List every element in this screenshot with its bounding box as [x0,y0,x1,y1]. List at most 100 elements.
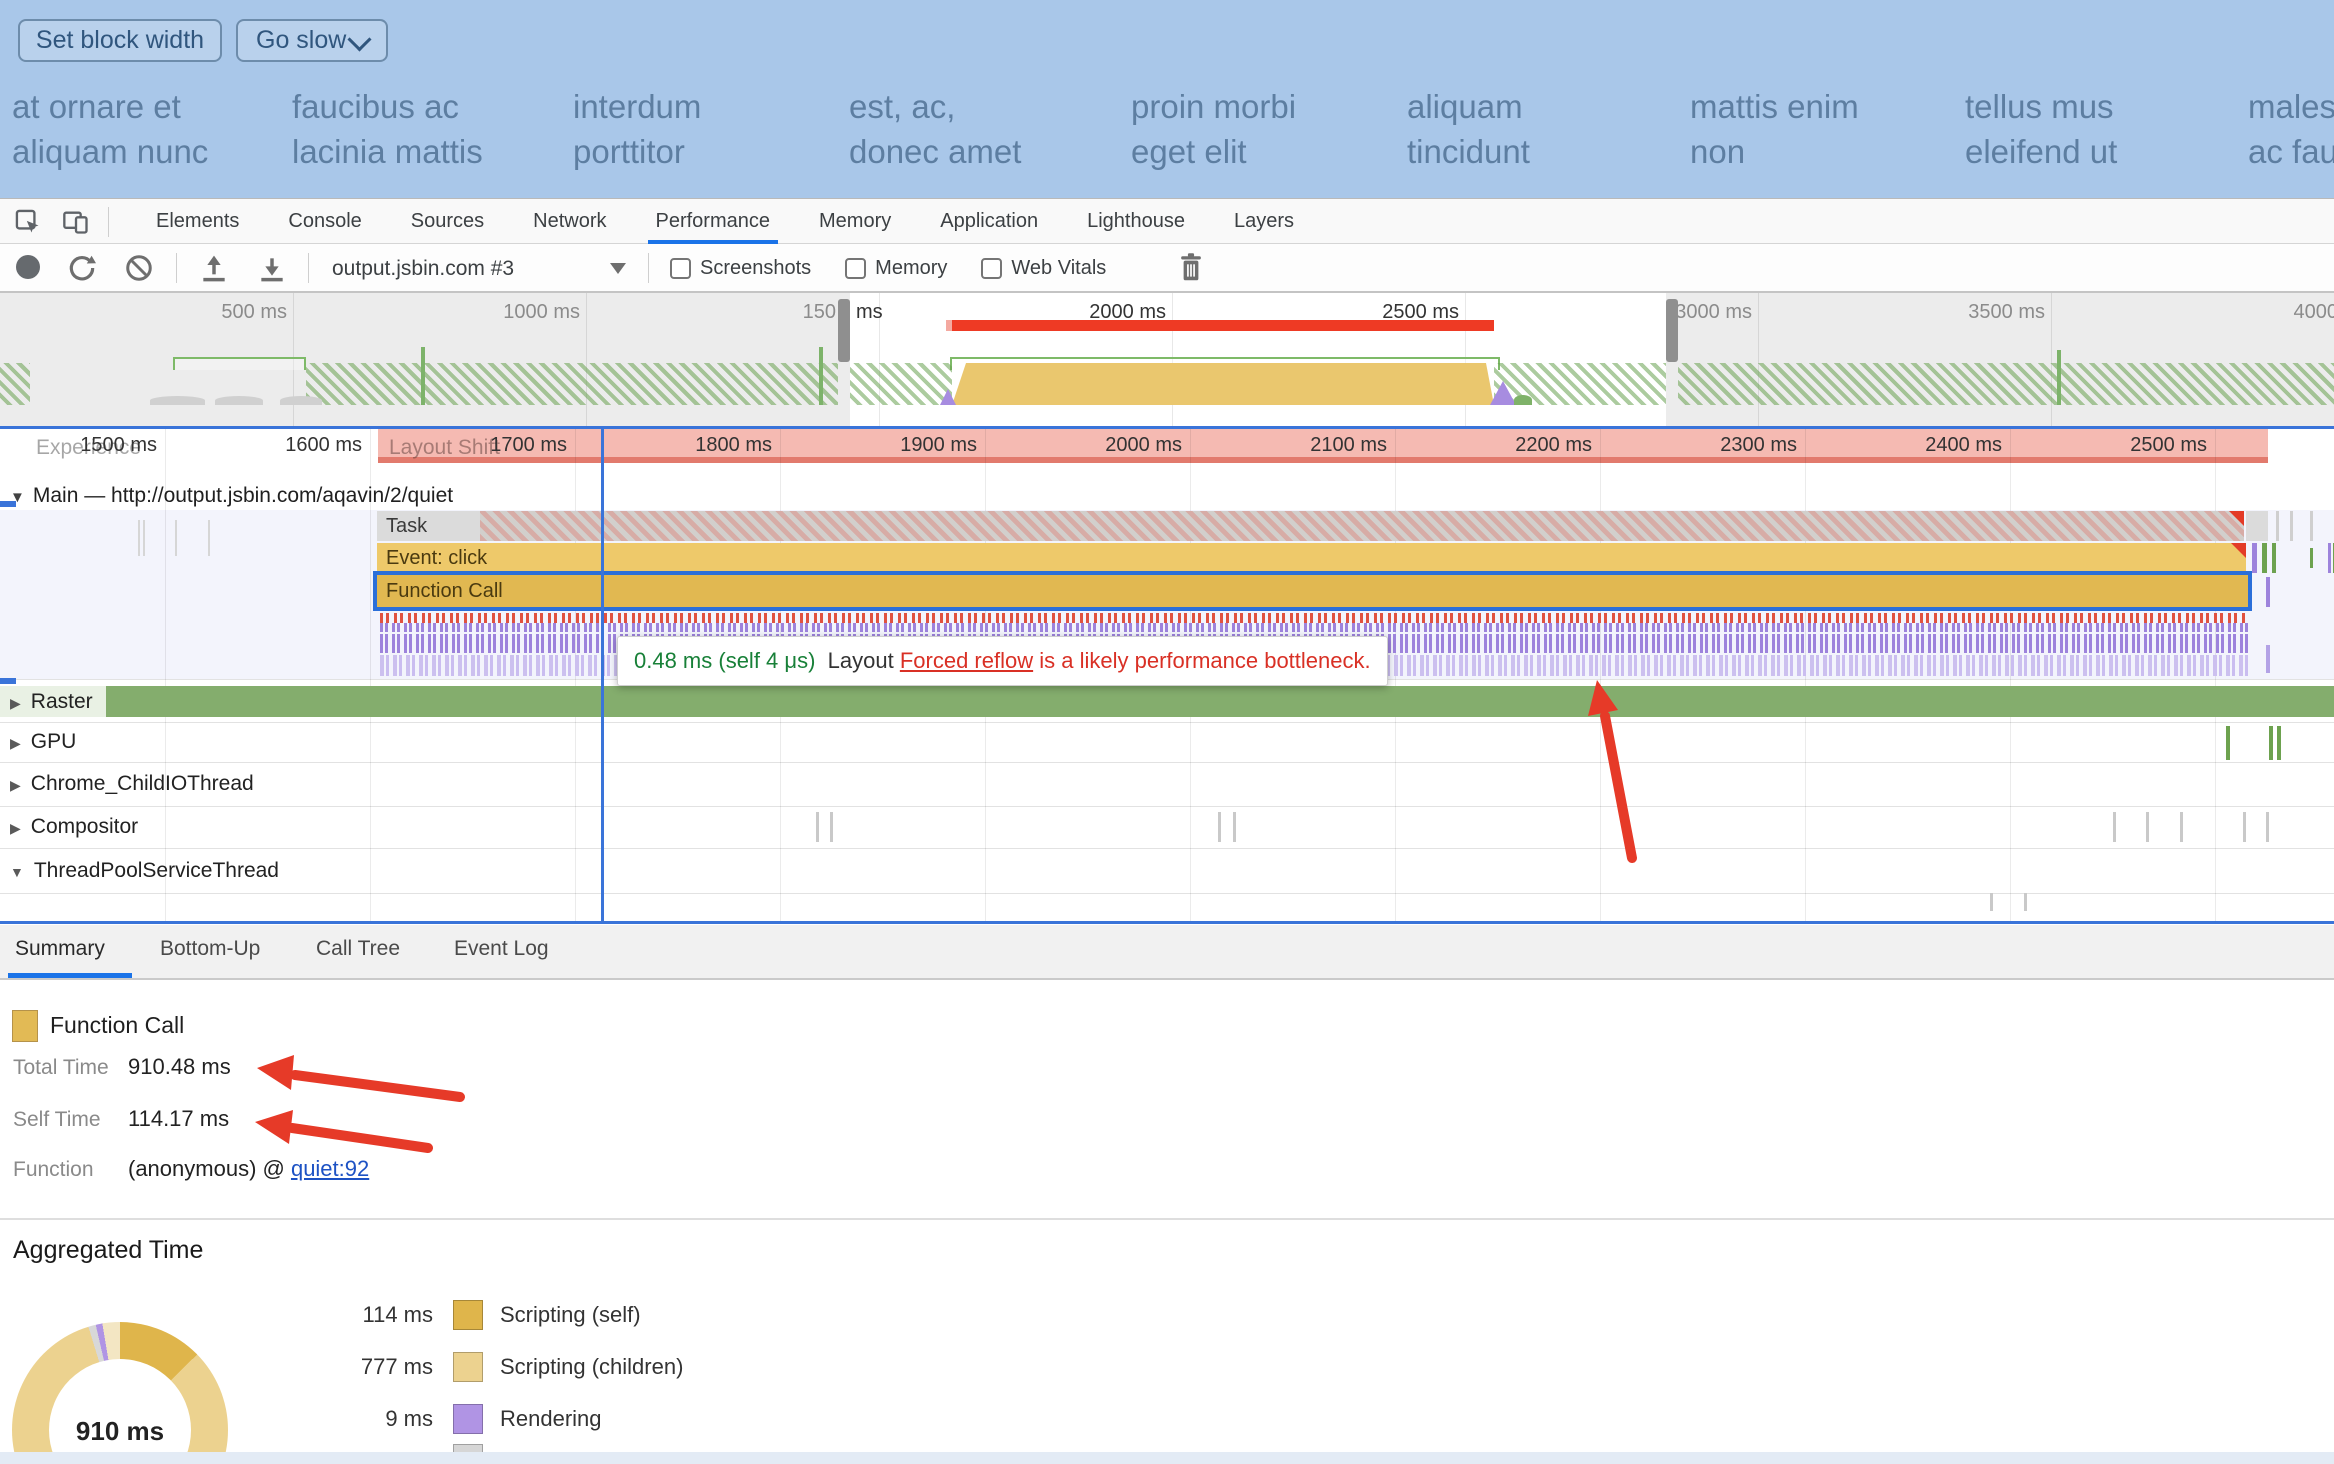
main-thread-header[interactable]: ▼ Main — http://output.jsbin.com/aqavin/2… [10,482,453,510]
expand-caret-icon[interactable]: ▼ [10,864,24,880]
details-tab-summary[interactable]: Summary [15,937,105,961]
checkbox-box[interactable] [670,258,691,279]
forced-reflow-link[interactable]: Forced reflow [900,648,1033,673]
expand-caret-icon[interactable]: ▶ [10,695,21,711]
flame-bottom-border [0,921,2334,924]
page-text-column: at ornare et aliquam nunc [12,84,208,174]
flame-chart[interactable]: Experience Layout Shift 1500 ms 1600 ms 17… [0,429,2334,921]
function-value: (anonymous) @ quiet:92 [128,1156,370,1181]
page-text-column: est, ac, donec amet [849,84,1021,174]
details-tab-call-tree[interactable]: Call Tree [316,937,400,961]
selection-handle-left[interactable] [838,299,850,362]
checkbox-box[interactable] [981,258,1003,279]
flame-ruler-label: 2200 ms [1515,434,1592,456]
track-name: Chrome_ChildIOThread [30,772,254,795]
page-text-line: ac fau [2248,133,2334,170]
trash-icon[interactable] [1176,252,1206,289]
checkbox-memory[interactable]: Memory [845,258,947,279]
track-row-gpu[interactable]: ▶ GPU [0,722,2334,762]
event-click-bar[interactable]: Event: click [377,543,2246,573]
details-tab-bottom-up[interactable]: Bottom-Up [160,937,260,961]
chevron-down-icon[interactable] [610,263,626,274]
frames-activity-box [173,357,306,370]
tab-performance[interactable]: Performance [647,199,778,244]
tab-layers[interactable]: Layers [1230,199,1298,244]
checkbox-label: Screenshots [700,257,812,279]
task-bar[interactable] [480,511,2244,541]
profile-select[interactable]: output.jsbin.com #3 [332,258,514,279]
tab-console[interactable]: Console [284,199,365,244]
expand-caret-icon[interactable]: ▶ [10,777,21,793]
source-link[interactable]: quiet:92 [291,1156,369,1181]
clear-icon[interactable] [124,253,154,288]
expand-caret-icon[interactable]: ▶ [10,820,21,836]
timeline-overview[interactable]: 500 ms 1000 ms 2000 ms 2500 ms 3000 ms 3500 m… [0,293,2334,426]
minor-event-mark [2272,543,2276,573]
window-bottom-strip [0,1452,2334,1464]
checkbox-label: Memory [875,257,948,279]
flame-ruler-label: 1700 ms [490,434,567,456]
toolbar-checkboxes: Screenshots Memory Web Vitals [670,258,1140,284]
tab-network[interactable]: Network [529,199,610,244]
function-call-bar[interactable]: Function Call [377,575,2248,607]
save-profile-icon[interactable] [256,253,288,290]
tab-sources[interactable]: Sources [407,199,488,244]
track-label: ▶ Chrome_ChildIOThread [10,762,254,806]
selection-handle-right[interactable] [1666,299,1678,362]
tab-memory[interactable]: Memory [815,199,895,244]
legend-color-swatch [453,1404,483,1434]
track-row-compositor[interactable]: ▶ Compositor [0,806,2334,848]
legend-label: Scripting (children) [500,1354,684,1379]
flame-ruler-label: 1900 ms [900,434,977,456]
tab-application[interactable]: Application [936,199,1042,244]
timeline-cursor-line [601,429,604,921]
reload-icon[interactable] [66,252,98,289]
forced-reflow-tooltip: 0.48 ms (self 4 μs) Layout Forced reflow… [617,636,1388,686]
gpu-activity-bar [2269,726,2273,760]
cpu-idle-hatch [0,363,30,405]
tab-elements[interactable]: Elements [152,199,243,244]
details-tab-event-log[interactable]: Event Log [454,937,549,961]
layout-events-stripe[interactable] [380,613,2248,623]
task-bar-label-block[interactable]: Task [377,511,480,541]
legend-label: Rendering [500,1406,602,1431]
inspect-element-icon[interactable] [14,208,42,241]
compositor-activity-tick [1218,812,1221,842]
track-label: ▼ ThreadPoolServiceThread [10,848,279,893]
track-row-threadpoolservicethread[interactable]: ▼ ThreadPoolServiceThread [0,848,2334,893]
cpu-idle-hatch [850,363,952,405]
device-toolbar-icon[interactable] [62,208,90,241]
checkbox-box[interactable] [845,258,867,279]
performance-toolbar: output.jsbin.com #3 Screenshots Memory Web… [0,244,2334,293]
layout-events-stripe[interactable] [380,623,2248,632]
page-text-line: lacinia mattis [292,133,483,170]
go-slow-select[interactable]: Go slow [236,19,388,62]
set-block-width-button[interactable]: Set block width [18,19,222,62]
legend-label: Scripting (self) [500,1302,641,1327]
expand-caret-icon[interactable]: ▶ [10,735,21,751]
cpu-minor-mound [280,396,322,405]
track-selected-dash [0,501,16,507]
checkbox-web-vitals[interactable]: Web Vitals [981,258,1106,279]
legend-value: 9 ms [385,1406,433,1431]
flame-ruler-label: 2500 ms [2130,434,2207,456]
overview-ruler-label: 4000 [2293,301,2334,323]
flame-ruler-label: 1600 ms [285,434,362,456]
minor-activity-mark [138,520,140,556]
compositor-activity-tick [2180,812,2183,842]
go-slow-select-label: Go slow [256,26,347,54]
task-end-block [2246,511,2268,541]
tab-lighthouse[interactable]: Lighthouse [1083,199,1189,244]
flame-ruler-label: 2400 ms [1925,434,2002,456]
track-row-raster[interactable]: ▶ Raster [0,686,2334,717]
track-row-chrome_childiothread[interactable]: ▶ Chrome_ChildIOThread [0,762,2334,806]
record-icon[interactable] [16,255,40,279]
minor-activity-mark [2276,511,2279,541]
donut-total-label: 910 ms [75,1416,165,1446]
self-time-value: 114.17 ms [128,1106,230,1131]
compositor-activity-tick [830,812,833,842]
load-profile-icon[interactable] [198,253,230,290]
page-text-line: aliquam nunc [12,133,209,170]
divider [308,253,309,283]
checkbox-screenshots[interactable]: Screenshots [670,258,811,279]
